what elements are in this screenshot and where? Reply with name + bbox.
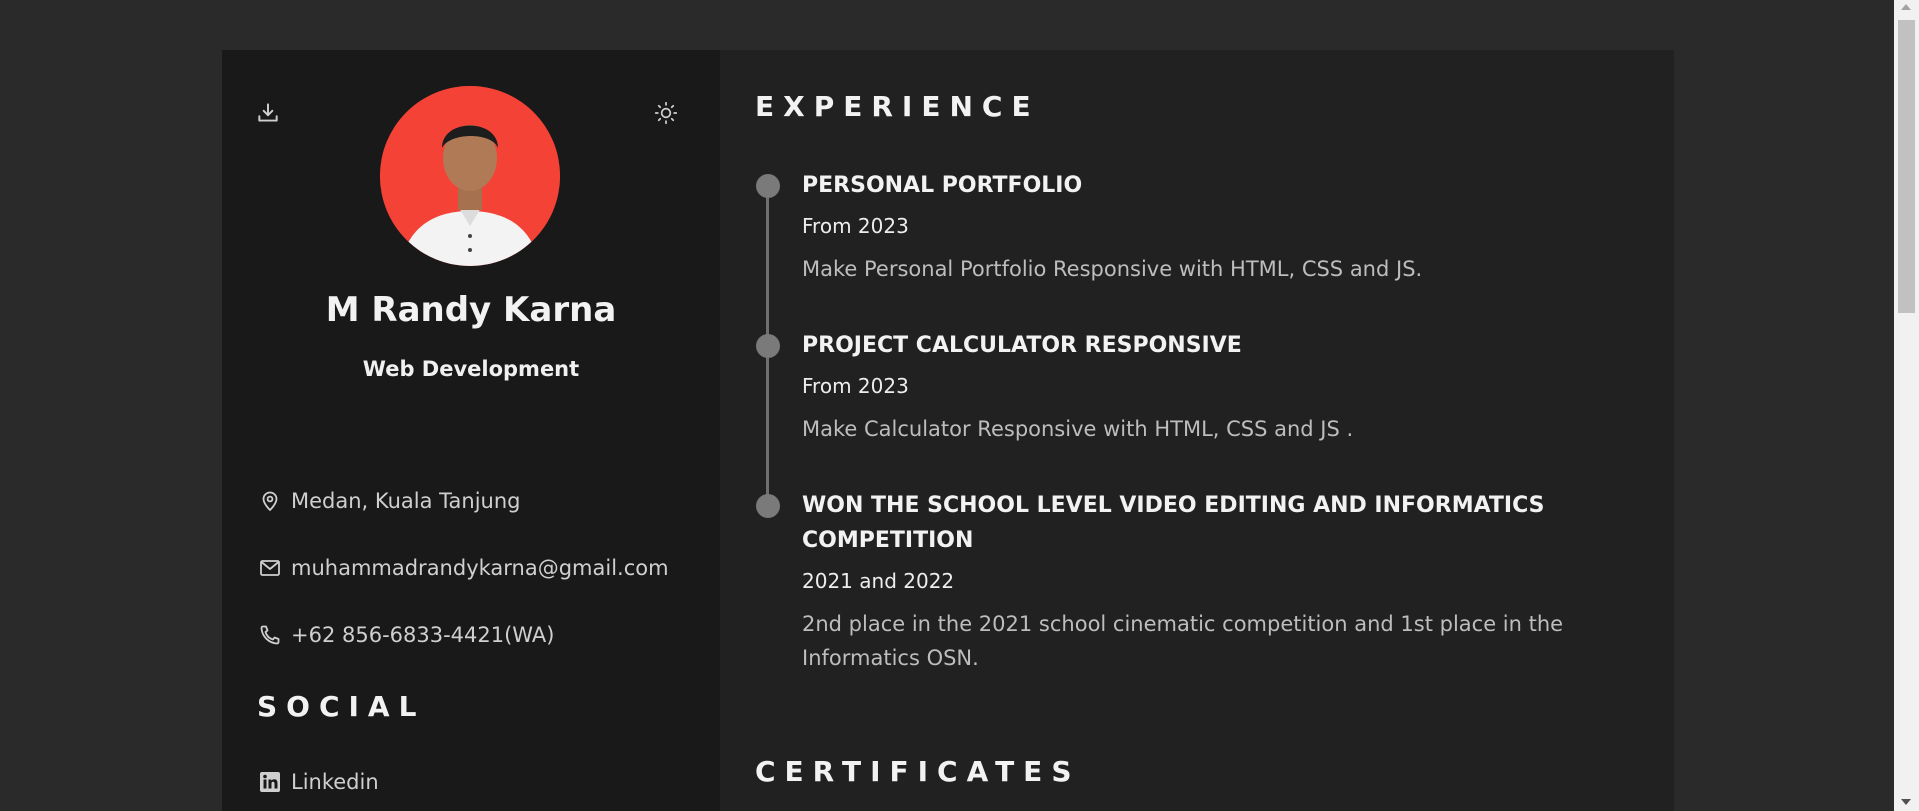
timeline-dot	[756, 494, 780, 518]
map-pin-icon	[262, 491, 278, 511]
contact-phone[interactable]: +62 856-6833-4421(WA)	[258, 623, 554, 647]
profile-sidebar: M Randy Karna Web Development Medan, Kua…	[222, 50, 720, 811]
experience-item: PROJECT CALCULATOR RESPONSIVE From 2023 …	[802, 328, 1622, 446]
experience-title: WON THE SCHOOL LEVEL VIDEO EDITING AND I…	[802, 493, 1545, 553]
timeline-dot	[756, 174, 780, 198]
linkedin-icon	[260, 772, 280, 792]
experience-description: Make Calculator Responsive with HTML, CS…	[802, 417, 1354, 441]
experience-date: From 2023	[802, 374, 909, 398]
page-scrollbar[interactable]	[1894, 0, 1919, 811]
profile-role: Web Development	[362, 357, 580, 381]
phone-text[interactable]: +62 856-6833-4421(WA)	[291, 623, 554, 647]
phone-icon	[260, 625, 280, 645]
experience-item: WON THE SCHOOL LEVEL VIDEO EDITING AND I…	[802, 488, 1622, 675]
mail-icon	[260, 560, 280, 576]
experience-title: PERSONAL PORTFOLIO	[802, 173, 1083, 198]
timeline-dot	[756, 334, 780, 358]
experience-date: From 2023	[802, 214, 909, 238]
experience-title: PROJECT CALCULATOR RESPONSIVE	[802, 333, 1242, 358]
profile-name: M Randy Karna	[325, 290, 617, 330]
sun-icon[interactable]	[653, 100, 683, 130]
download-icon[interactable]	[255, 100, 285, 130]
location-text: Medan, Kuala Tanjung	[291, 489, 521, 513]
certificates-heading: CERTIFICATES	[755, 755, 1081, 788]
experience-item: PERSONAL PORTFOLIO From 2023 Make Person…	[802, 168, 1622, 286]
scroll-thumb[interactable]	[1898, 20, 1915, 313]
social-link-linkedin[interactable]: Linkedin	[258, 770, 379, 794]
experience-description: Make Personal Portfolio Responsive with …	[802, 257, 1423, 281]
resume-card: M Randy Karna Web Development Medan, Kua…	[222, 50, 1674, 811]
experience-description: 2nd place in the 2021 school cinematic c…	[802, 612, 1564, 670]
experience-date: 2021 and 2022	[802, 569, 955, 593]
experience-heading: EXPERIENCE	[755, 90, 1040, 123]
contact-location: Medan, Kuala Tanjung	[258, 489, 521, 513]
email-text[interactable]: muhammadrandykarna@gmail.com	[291, 556, 669, 580]
scroll-up-arrow-icon[interactable]	[1901, 4, 1911, 10]
scroll-down-arrow-icon[interactable]	[1901, 799, 1911, 805]
contact-email[interactable]: muhammadrandykarna@gmail.com	[258, 556, 669, 580]
social-heading: SOCIAL	[257, 690, 426, 723]
avatar	[380, 86, 560, 266]
social-link-label[interactable]: Linkedin	[291, 770, 379, 794]
